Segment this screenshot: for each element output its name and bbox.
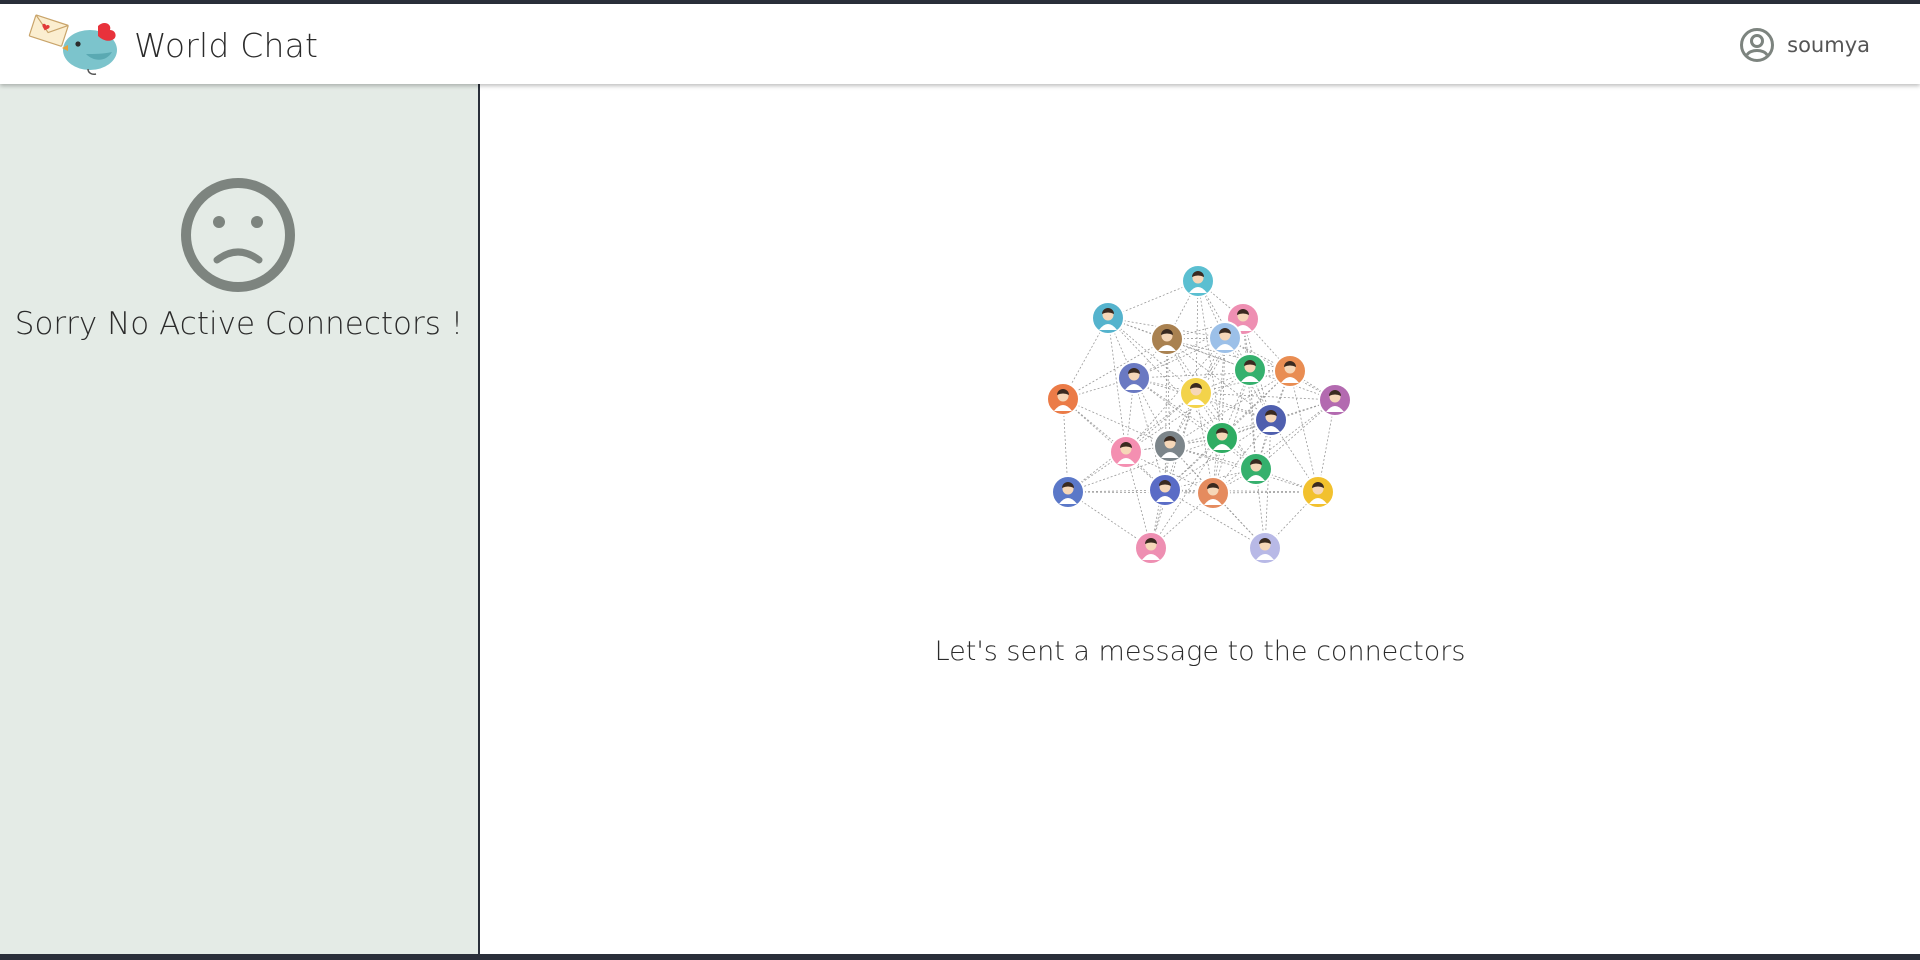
network-avatar (1091, 301, 1125, 335)
page: World Chat soumya Sorry No Active Connec… (0, 0, 1920, 960)
network-avatar (1153, 429, 1187, 463)
user-circle-icon (1740, 28, 1775, 62)
network-connection-line (1067, 491, 1214, 494)
network-avatar (1205, 421, 1239, 455)
top-navbar: World Chat soumya (0, 4, 1920, 84)
network-avatar (1150, 322, 1184, 356)
network-connection-line (1164, 489, 1319, 493)
network-avatar (1134, 531, 1168, 565)
sad-face-icon (181, 178, 295, 292)
user-name: soumya (1787, 33, 1870, 57)
connectors-sidebar: Sorry No Active Connectors ! (0, 84, 480, 954)
network-avatar (1301, 475, 1335, 509)
network-avatar (1254, 403, 1288, 437)
network-avatar (1046, 382, 1080, 416)
network-avatar (1248, 531, 1282, 565)
network-avatar (1148, 473, 1182, 507)
network-connection-line (1150, 392, 1197, 549)
network-avatar (1179, 376, 1213, 410)
network-avatar (1196, 476, 1230, 510)
network-avatar (1233, 353, 1267, 387)
main-panel: Let's sent a message to the connectors (480, 84, 1920, 954)
user-menu[interactable]: soumya (1739, 27, 1870, 63)
network-connection-line (1264, 419, 1272, 549)
no-connectors-message: Sorry No Active Connectors ! (14, 306, 464, 342)
app-title: World Chat (134, 25, 319, 65)
brand[interactable]: World Chat (28, 14, 318, 76)
network-avatar (1273, 354, 1307, 388)
network-avatar (1181, 264, 1215, 298)
bird-mail-logo-icon (28, 14, 117, 75)
network-avatar (1318, 383, 1352, 417)
network-avatar (1208, 321, 1242, 355)
network-connection-line (1197, 280, 1223, 439)
empty-chat-message: Let's sent a message to the connectors (934, 636, 1466, 667)
connected-people-network-icon (1046, 264, 1352, 565)
network-avatar (1117, 361, 1151, 395)
network-avatar (1109, 435, 1143, 469)
network-connection-line (1242, 318, 1257, 470)
network-avatar (1239, 452, 1273, 486)
network-avatar (1051, 475, 1085, 509)
